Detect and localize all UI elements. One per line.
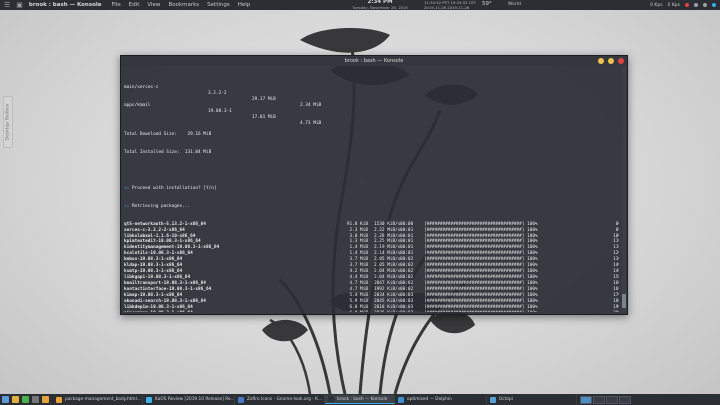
desktop-toolbox-label: Desktop Toolbox xyxy=(5,103,11,141)
proceed-text: Proceed with installation? [Y/n] xyxy=(131,185,217,191)
volume-icon[interactable] xyxy=(694,3,698,7)
weather-temperature[interactable]: 59° xyxy=(482,1,492,7)
konsole-window[interactable]: brook : bash — Konsole main/xerces-c 3.2… xyxy=(120,55,628,315)
top-panel: ☰ ▣ brook : bash — Konsole File Edit Vie… xyxy=(0,0,720,10)
desktop-pager[interactable] xyxy=(580,395,631,404)
task-app-icon xyxy=(238,396,244,403)
retrieving-text: Retrieving packages... xyxy=(131,203,191,209)
quick-launch-icon[interactable] xyxy=(2,396,9,403)
taskbar-task[interactable]: Zafiro Icons - Gnome-look.org - K... xyxy=(235,395,325,404)
close-button[interactable] xyxy=(618,58,624,64)
progress-bar: [####################################] 1… xyxy=(424,311,538,312)
desktop-4[interactable] xyxy=(619,395,631,404)
pkg-download-size: 2.34 MiB xyxy=(300,102,322,108)
world-clock-dates: 2019-11-26 2019-11-26 xyxy=(424,5,470,10)
net-down-speed: 0 Kps xyxy=(667,2,680,8)
menu-edit[interactable]: Edit xyxy=(129,2,140,8)
retrieving-line: :: Retrieving packages... xyxy=(124,204,619,210)
menu-file[interactable]: File xyxy=(112,2,121,8)
quick-launch-icon[interactable] xyxy=(22,396,29,403)
task-label: brook : bash — Konsole xyxy=(337,396,388,402)
download-speed: 2036 KiB/s xyxy=(374,311,400,312)
total-installed-size: Total Installed Size: 131.04 MiB xyxy=(124,150,212,156)
taskbar-task[interactable]: package-management_body.html... xyxy=(53,395,143,404)
terminal-scrollbar[interactable] xyxy=(622,67,626,312)
scrollbar-thumb[interactable] xyxy=(622,294,626,308)
package-size: 6.0 MiB xyxy=(336,311,368,312)
system-tray: 0 Kps 0 Kps xyxy=(650,0,716,10)
task-label: KaOS Review [2019.10 Release] Re... xyxy=(155,397,235,402)
proceed-prompt: :: Proceed with installation? [Y/n] xyxy=(124,186,619,192)
taskbar-task[interactable]: Octopi xyxy=(487,395,577,404)
desktop-toolbox[interactable]: Desktop Toolbox xyxy=(3,96,13,148)
taskbar-task[interactable]: optimized — Dolphin xyxy=(395,395,487,404)
desktop-2[interactable] xyxy=(593,395,605,404)
pkg-name: apps/kmail xyxy=(124,102,151,108)
quick-launch xyxy=(2,396,49,403)
active-window-title: brook : bash — Konsole xyxy=(28,2,102,8)
task-app-icon xyxy=(328,396,334,402)
task-label: package-management_body.html... xyxy=(65,397,141,402)
quick-launch-icon[interactable] xyxy=(32,396,39,403)
menu-bookmarks[interactable]: Bookmarks xyxy=(168,2,199,8)
window-title: brook : bash — Konsole xyxy=(344,58,404,64)
updates-icon[interactable] xyxy=(712,3,716,7)
package-summary-row: main/xerces-c 3.2.2-2 29.17 MiB 2.34 MiB xyxy=(124,79,619,108)
quick-launch-icon[interactable] xyxy=(42,396,49,403)
menu-help[interactable]: Help xyxy=(238,2,251,8)
net-up-speed: 0 Kps xyxy=(650,2,663,8)
minimize-button[interactable] xyxy=(598,58,604,64)
task-label: Octopi xyxy=(499,397,513,402)
task-label: optimized — Dolphin xyxy=(407,397,452,402)
network-icon[interactable] xyxy=(703,3,707,7)
prompt-arrow-icon: :: xyxy=(124,203,132,209)
download-progress-list: qt5-networkauth-5.13.2-1-x86_64 91.8 KiB 1… xyxy=(124,222,619,312)
desktop-1[interactable] xyxy=(580,395,592,404)
task-app-icon xyxy=(398,396,404,403)
pkg-name: main/xerces-c xyxy=(124,84,159,90)
window-titlebar[interactable]: brook : bash — Konsole xyxy=(121,56,627,66)
task-app-icon xyxy=(56,396,62,403)
global-menu: File Edit View Bookmarks Settings Help xyxy=(112,2,251,8)
maximize-button[interactable] xyxy=(608,58,614,64)
package-summary-row: apps/kmail 19.08.3-1 17.01 MiB 4.73 MiB xyxy=(124,97,619,126)
konsole-icon: ▣ xyxy=(16,1,23,9)
menu-view[interactable]: View xyxy=(147,2,160,8)
total-percent: 20% xyxy=(603,311,619,312)
taskbar: package-management_body.html... KaOS Revi… xyxy=(0,394,720,405)
task-app-icon xyxy=(146,396,152,403)
quick-launch-icon[interactable] xyxy=(12,396,19,403)
task-label: Zafiro Icons - Gnome-look.org - K... xyxy=(247,397,323,402)
taskbar-task[interactable]: brook : bash — Konsole xyxy=(325,395,395,404)
prompt-arrow-icon: :: xyxy=(124,185,132,191)
terminal-output[interactable]: main/xerces-c 3.2.2-2 29.17 MiB 2.34 MiB… xyxy=(124,67,619,312)
task-app-icon xyxy=(490,396,496,403)
total-download-size: Total Download Size: 29.16 MiB xyxy=(124,132,212,138)
task-list: package-management_body.html... KaOS Revi… xyxy=(53,395,577,404)
pkg-download-size: 4.73 MiB xyxy=(300,120,322,126)
clock-date: Tuesday, November 26, 2019 xyxy=(352,5,408,10)
menu-settings[interactable]: Settings xyxy=(207,2,230,8)
launcher-icon[interactable]: ☰ xyxy=(4,1,10,9)
desktop-3[interactable] xyxy=(606,395,618,404)
notification-icon[interactable] xyxy=(685,3,689,7)
clock[interactable]: 2:34 PM Tuesday, November 26, 2019 xyxy=(340,0,420,10)
weather-location: World xyxy=(508,2,521,7)
taskbar-task[interactable]: KaOS Review [2019.10 Release] Re... xyxy=(143,395,235,404)
download-progress-row: pimcommon-19.08.3-1-x86_64 6.0 MiB 2036 Ki… xyxy=(124,311,619,312)
download-eta: 00:03 xyxy=(400,311,413,312)
world-clock[interactable]: 11:34:52 PST 19:34:52 CET 2019-11-26 201… xyxy=(424,0,476,10)
package-name: pimcommon-19.08.3-1-x86_64 xyxy=(124,311,193,312)
